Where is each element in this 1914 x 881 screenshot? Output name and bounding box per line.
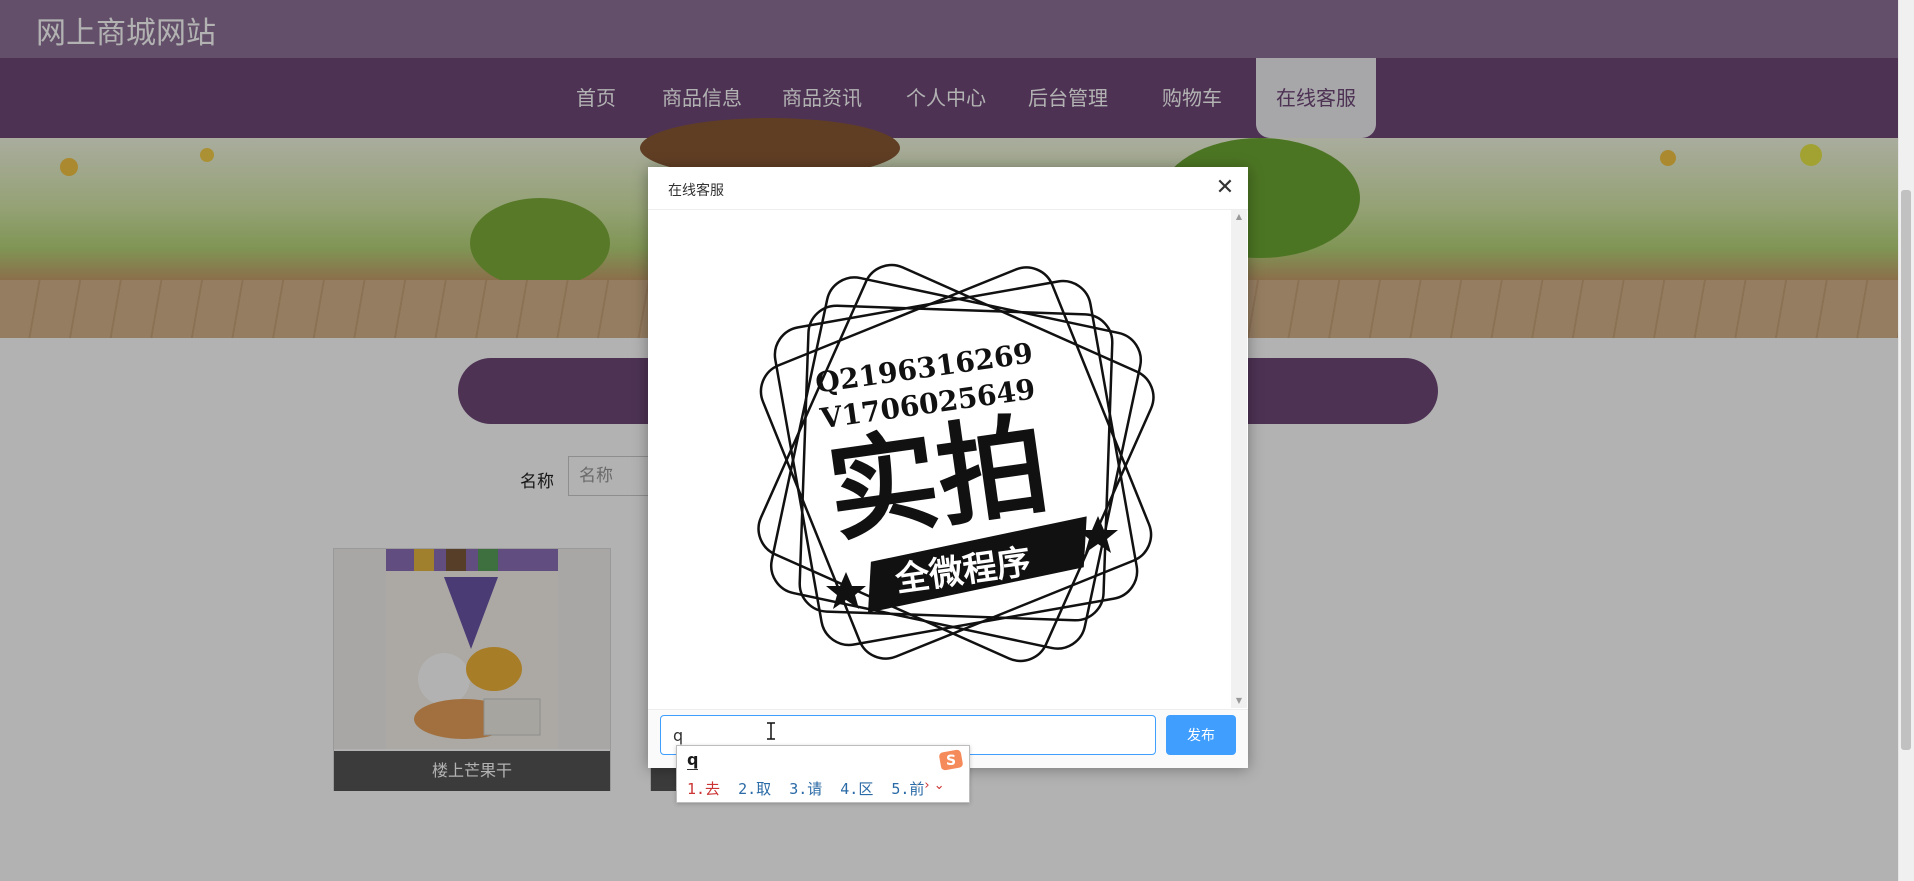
sticker-image: Q2196316269 V1706025649 实拍 全微程序: [757, 263, 1155, 663]
ime-next-page-icon[interactable]: ›: [924, 778, 929, 793]
ime-candidate[interactable]: 4.区: [840, 780, 873, 798]
ime-candidate-list: 1.去 2.取 3.请 4.区 5.前: [687, 778, 933, 799]
send-button[interactable]: 发布: [1166, 715, 1236, 755]
sogou-logo-icon: S: [939, 749, 963, 771]
scroll-up-icon[interactable]: ▲: [1231, 212, 1247, 222]
chat-message-area[interactable]: Q2196316269 V1706025649 实拍 全微程序: [648, 210, 1230, 708]
ime-expand-icon[interactable]: ⌄: [934, 778, 945, 793]
ime-candidate[interactable]: 3.请: [789, 780, 822, 798]
text-cursor-icon: [767, 722, 775, 740]
ime-candidate[interactable]: 1.去: [687, 780, 720, 798]
close-icon[interactable]: ✕: [1212, 175, 1238, 201]
ime-prev-page-icon[interactable]: ‹: [915, 778, 920, 793]
ime-candidate-popup: q S 1.去 2.取 3.请 4.区 5.前 ‹ › ⌄: [676, 745, 970, 803]
dialog-header: 在线客服 ✕: [648, 167, 1248, 210]
ime-composition: q: [687, 750, 699, 770]
ime-page-nav: ‹ › ⌄: [915, 778, 945, 793]
svg-text:S: S: [946, 753, 956, 769]
chat-scrollbar[interactable]: ▲ ▼: [1231, 210, 1247, 708]
scroll-down-icon[interactable]: ▼: [1231, 696, 1247, 706]
online-service-dialog: 在线客服 ✕ Q2196316269 V1706025649 实拍 全微程序 ▲: [648, 167, 1248, 768]
dialog-title: 在线客服: [668, 183, 724, 199]
ime-candidate[interactable]: 2.取: [738, 780, 771, 798]
page-scrollbar-thumb[interactable]: [1901, 190, 1911, 750]
